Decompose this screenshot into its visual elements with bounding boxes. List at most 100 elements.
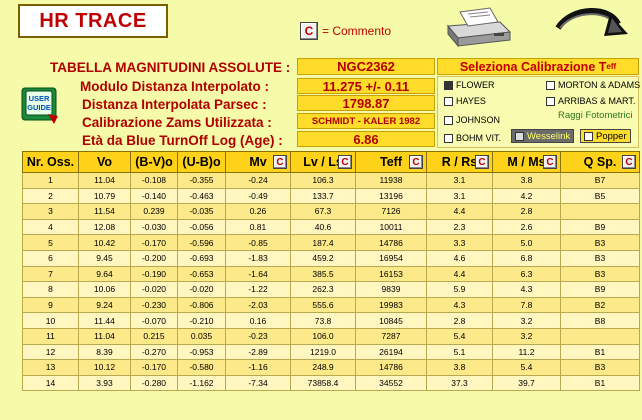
table-cell[interactable]: 187.4 — [290, 234, 356, 251]
table-cell[interactable]: 10.06 — [78, 281, 131, 298]
table-cell[interactable]: 3.8 — [426, 359, 493, 376]
table-cell[interactable]: 4.2 — [492, 187, 561, 205]
table-cell[interactable]: 10845 — [355, 312, 427, 329]
table-cell[interactable]: 133.7 — [290, 187, 356, 205]
table-cell[interactable]: 106.3 — [290, 172, 356, 189]
table-cell[interactable]: -0.030 — [130, 218, 178, 236]
table-cell[interactable]: -1.83 — [225, 249, 291, 267]
table-cell[interactable]: B8 — [560, 312, 640, 329]
table-cell[interactable]: 2.8 — [492, 203, 561, 220]
table-cell[interactable]: 5.9 — [426, 281, 493, 298]
table-cell[interactable]: -0.170 — [130, 359, 178, 376]
table-cell[interactable]: 106.0 — [290, 327, 356, 345]
comment-r-button[interactable]: C — [475, 155, 489, 169]
calib-option-arribas[interactable]: ARRIBAS & MART. — [546, 96, 635, 106]
table-cell[interactable]: 12.08 — [78, 218, 131, 236]
table-cell[interactable]: 262.3 — [290, 281, 356, 298]
table-cell[interactable]: 26194 — [355, 343, 427, 361]
table-cell[interactable]: B2 — [560, 296, 640, 314]
table-cell[interactable]: -0.24 — [225, 172, 291, 189]
table-cell[interactable]: 8 — [22, 281, 79, 298]
table-cell[interactable]: 7.8 — [492, 296, 561, 314]
table-cell[interactable]: 4.6 — [426, 249, 493, 267]
table-cell[interactable]: 2.3 — [426, 218, 493, 236]
table-cell[interactable]: -0.270 — [130, 343, 178, 361]
table-cell[interactable]: 0.215 — [130, 327, 178, 345]
table-cell[interactable]: -0.190 — [130, 265, 178, 283]
checkbox-icon[interactable] — [444, 80, 453, 90]
table-cell[interactable]: -0.035 — [177, 203, 226, 220]
table-cell[interactable]: -0.49 — [225, 187, 291, 205]
table-cell[interactable]: -1.16 — [225, 359, 291, 376]
table-cell[interactable]: 11.2 — [492, 343, 561, 361]
calib-option-flower[interactable]: FLOWER — [444, 80, 495, 90]
table-cell[interactable]: 1219.0 — [290, 343, 356, 361]
table-cell[interactable]: -0.653 — [177, 265, 226, 283]
table-cell[interactable]: 8.39 — [78, 343, 131, 361]
table-cell[interactable]: -0.596 — [177, 234, 226, 251]
table-cell[interactable]: 248.9 — [290, 359, 356, 376]
table-cell[interactable]: 13 — [22, 359, 79, 376]
table-cell[interactable]: -0.230 — [130, 296, 178, 314]
table-cell[interactable]: 4.3 — [492, 281, 561, 298]
table-cell[interactable]: 385.5 — [290, 265, 356, 283]
comment-m-button[interactable]: C — [543, 155, 557, 169]
table-cell[interactable]: 37.3 — [426, 374, 493, 392]
table-cell[interactable]: -2.89 — [225, 343, 291, 361]
table-cell[interactable]: 10011 — [355, 218, 427, 236]
table-cell[interactable]: 5.0 — [492, 234, 561, 251]
table-cell[interactable]: -0.23 — [225, 327, 291, 345]
table-cell[interactable]: 0.239 — [130, 203, 178, 220]
table-cell[interactable]: B5 — [560, 187, 640, 205]
cluster-name[interactable]: NGC2362 — [297, 58, 435, 75]
table-cell[interactable]: 5.4 — [426, 327, 493, 345]
table-cell[interactable]: 73.8 — [290, 312, 356, 329]
table-cell[interactable]: 9 — [22, 296, 79, 314]
calib-option-hayes[interactable]: HAYES — [444, 96, 486, 106]
table-cell[interactable]: -0.210 — [177, 312, 226, 329]
table-cell[interactable]: 7287 — [355, 327, 427, 345]
checkbox-icon[interactable] — [444, 115, 453, 125]
table-cell[interactable]: 12 — [22, 343, 79, 361]
wesselink-toggle[interactable]: Wesselink — [511, 129, 575, 143]
table-cell[interactable]: -0.953 — [177, 343, 226, 361]
table-cell[interactable]: -0.355 — [177, 172, 226, 189]
table-cell[interactable] — [560, 203, 640, 220]
table-cell[interactable]: 0.035 — [177, 327, 226, 345]
table-cell[interactable]: 19983 — [355, 296, 427, 314]
calib-option-bohm[interactable]: BOHM VIT. — [444, 133, 501, 143]
table-cell[interactable]: 16153 — [355, 265, 427, 283]
checkbox-icon[interactable] — [444, 96, 453, 106]
table-cell[interactable]: -0.806 — [177, 296, 226, 314]
table-cell[interactable]: -0.170 — [130, 234, 178, 251]
table-cell[interactable]: 11.04 — [78, 327, 131, 345]
table-cell[interactable]: -0.463 — [177, 187, 226, 205]
table-cell[interactable]: 9.24 — [78, 296, 131, 314]
table-cell[interactable]: B9 — [560, 281, 640, 298]
table-cell[interactable]: -7.34 — [225, 374, 291, 392]
checkbox-icon[interactable] — [444, 133, 453, 143]
table-cell[interactable]: 34552 — [355, 374, 427, 392]
table-cell[interactable]: -0.85 — [225, 234, 291, 251]
table-cell[interactable]: B3 — [560, 234, 640, 251]
table-cell[interactable]: 10.79 — [78, 187, 131, 205]
table-cell[interactable]: 5.1 — [426, 343, 493, 361]
table-cell[interactable]: 4.4 — [426, 203, 493, 220]
table-cell[interactable]: -0.108 — [130, 172, 178, 189]
table-cell[interactable]: 10 — [22, 312, 79, 329]
table-cell[interactable]: 4.4 — [426, 265, 493, 283]
table-cell[interactable]: 5 — [22, 234, 79, 251]
table-cell[interactable]: 2.8 — [426, 312, 493, 329]
table-cell[interactable]: B3 — [560, 249, 640, 267]
table-cell[interactable]: B9 — [560, 218, 640, 236]
table-cell[interactable]: 9839 — [355, 281, 427, 298]
table-cell[interactable]: 3.1 — [426, 187, 493, 205]
comment-qsp-button[interactable]: C — [622, 155, 636, 169]
table-cell[interactable]: 11.44 — [78, 312, 131, 329]
table-cell[interactable]: -0.070 — [130, 312, 178, 329]
table-cell[interactable]: 3.2 — [492, 312, 561, 329]
table-cell[interactable]: -0.020 — [130, 281, 178, 298]
table-cell[interactable]: 0.81 — [225, 218, 291, 236]
checkbox-icon[interactable] — [546, 80, 555, 90]
table-cell[interactable]: -0.200 — [130, 249, 178, 267]
